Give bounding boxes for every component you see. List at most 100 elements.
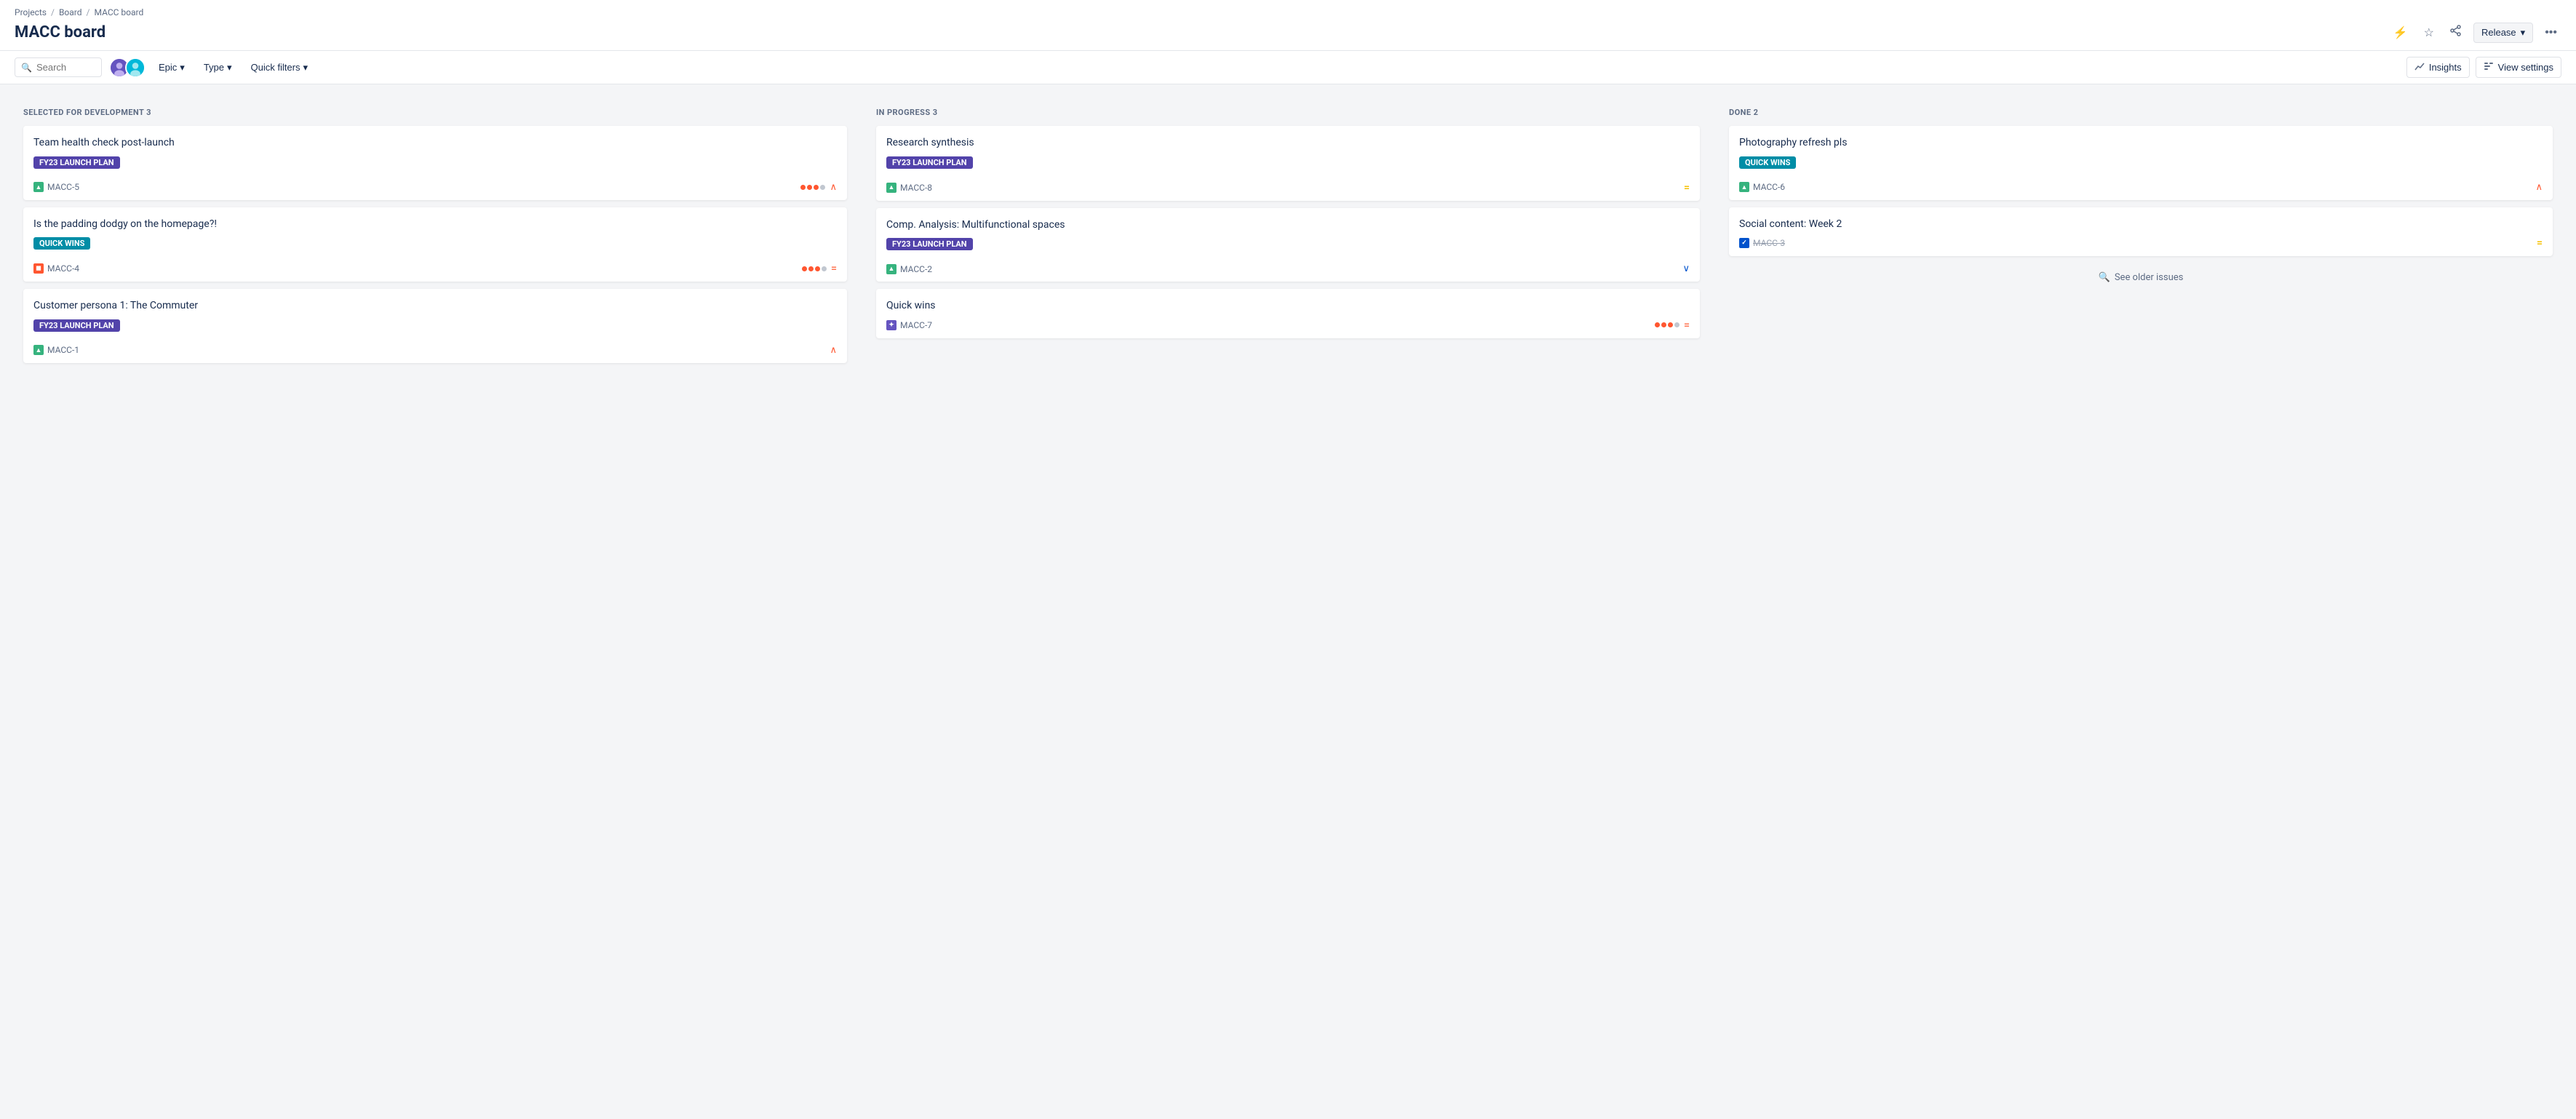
epic-filter-button[interactable]: Epic ▾ bbox=[153, 58, 191, 77]
breadcrumb: Projects / Board / MACC board bbox=[15, 7, 2561, 17]
search-input[interactable] bbox=[36, 62, 95, 73]
see-older-label: See older issues bbox=[2115, 272, 2184, 283]
chevron-up-icon: ∧ bbox=[830, 345, 837, 356]
column-done: DONE 2Photography refresh plsQUICK WINS▲… bbox=[1720, 99, 2561, 300]
card-tag[interactable]: FY23 LAUNCH PLAN bbox=[33, 156, 120, 169]
card-meta: = bbox=[1655, 319, 1690, 331]
card-tag[interactable]: FY23 LAUNCH PLAN bbox=[886, 156, 973, 169]
card-meta: = bbox=[1684, 182, 1690, 194]
story-icon: ▲ bbox=[886, 183, 897, 193]
chevron-down-icon: ▾ bbox=[2521, 27, 2526, 39]
equals-orange-icon: = bbox=[1684, 319, 1690, 331]
card-macc-5[interactable]: Team health check post-launchFY23 LAUNCH… bbox=[23, 126, 847, 200]
type-filter-button[interactable]: Type ▾ bbox=[198, 58, 238, 77]
search-older-icon: 🔍 bbox=[2099, 272, 2110, 283]
card-meta: ∧ bbox=[800, 182, 837, 193]
card-meta: = bbox=[802, 263, 837, 274]
release-label: Release bbox=[2481, 27, 2516, 38]
column-header-in-progress: IN PROGRESS 3 bbox=[876, 108, 1700, 117]
priority-dot bbox=[807, 185, 812, 190]
page-title: MACC board bbox=[15, 23, 106, 41]
card-tag[interactable]: FY23 LAUNCH PLAN bbox=[33, 319, 120, 332]
epic-chevron-icon: ▾ bbox=[180, 62, 185, 73]
column-header-done: DONE 2 bbox=[1729, 108, 2553, 117]
priority-dot bbox=[820, 185, 825, 190]
card-id-text: MACC-4 bbox=[47, 263, 79, 274]
equals-yellow-icon: = bbox=[2537, 237, 2543, 249]
insights-button[interactable]: Insights bbox=[2406, 57, 2470, 78]
card-tag[interactable]: FY23 LAUNCH PLAN bbox=[886, 238, 973, 250]
more-options-button[interactable]: ••• bbox=[2540, 22, 2561, 44]
insights-chart-icon bbox=[2414, 61, 2425, 73]
breadcrumb-current: MACC board bbox=[94, 7, 143, 17]
priority-dots bbox=[800, 185, 825, 190]
view-settings-button[interactable]: View settings bbox=[2476, 57, 2561, 78]
story-icon: ▲ bbox=[1739, 182, 1749, 192]
card-macc-2[interactable]: Comp. Analysis: Multifunctional spaces FY… bbox=[876, 208, 1700, 282]
toolbar-left: 🔍 Epic ▾ Type bbox=[15, 57, 314, 78]
card-macc-4[interactable]: Is the padding dodgy on the homepage?! QU… bbox=[23, 207, 847, 282]
card-meta: ∧ bbox=[830, 345, 837, 356]
story-icon: ◼ bbox=[33, 263, 44, 274]
equals-orange-icon: = bbox=[831, 263, 837, 274]
card-footer: ✓MACC-3 = bbox=[1739, 237, 2543, 249]
card-macc-6[interactable]: Photography refresh plsQUICK WINS▲MACC-6… bbox=[1729, 126, 2553, 200]
column-header-selected-for-dev: SELECTED FOR DEVELOPMENT 3 bbox=[23, 108, 847, 117]
share-icon bbox=[2450, 25, 2462, 40]
type-chevron-icon: ▾ bbox=[227, 62, 232, 73]
card-tag[interactable]: QUICK WINS bbox=[33, 237, 90, 250]
card-title: Customer persona 1: The Commuter bbox=[33, 299, 837, 314]
chevron-up-icon: ∧ bbox=[2535, 182, 2543, 193]
card-meta: = bbox=[2537, 237, 2543, 249]
card-id-text: MACC-6 bbox=[1753, 182, 1785, 192]
card-macc-1[interactable]: Customer persona 1: The Commuter FY23 LAU… bbox=[23, 289, 847, 363]
card-macc-7[interactable]: Quick wins✦MACC-7= bbox=[876, 289, 1700, 338]
search-icon: 🔍 bbox=[21, 63, 32, 73]
share-button[interactable] bbox=[2446, 20, 2466, 44]
card-macc-8[interactable]: Research synthesisFY23 LAUNCH PLAN▲MACC-… bbox=[876, 126, 1700, 201]
card-id: ▲MACC-1 bbox=[33, 345, 79, 355]
priority-dot bbox=[802, 266, 807, 271]
priority-dots bbox=[1655, 322, 1679, 327]
card-id: ✓MACC-3 bbox=[1739, 238, 1785, 248]
breadcrumb-board[interactable]: Board bbox=[59, 7, 82, 17]
card-macc-3[interactable]: Social content: Week 2✓MACC-3= bbox=[1729, 207, 2553, 257]
board-content: SELECTED FOR DEVELOPMENT 3 Team health ch… bbox=[0, 84, 2576, 394]
insights-label: Insights bbox=[2429, 62, 2462, 73]
card-title: Comp. Analysis: Multifunctional spaces bbox=[886, 218, 1690, 233]
priority-dots bbox=[802, 266, 827, 271]
priority-dot bbox=[815, 266, 820, 271]
search-box[interactable]: 🔍 bbox=[15, 57, 102, 77]
card-id-text: MACC-3 bbox=[1753, 238, 1785, 248]
view-settings-icon bbox=[2484, 61, 2494, 73]
card-id: ◼MACC-4 bbox=[33, 263, 79, 274]
card-id-text: MACC-5 bbox=[47, 182, 79, 192]
card-id: ▲MACC-5 bbox=[33, 182, 79, 192]
header-actions: ⚡ ☆ Release ▾ bbox=[2389, 20, 2561, 44]
quick-filters-label: Quick filters bbox=[251, 62, 301, 73]
type-label: Type bbox=[204, 62, 224, 73]
breadcrumb-sep2: / bbox=[87, 7, 90, 17]
more-icon: ••• bbox=[2545, 26, 2557, 39]
lightning-button[interactable]: ⚡ bbox=[2389, 21, 2412, 44]
story-icon: ▲ bbox=[33, 182, 44, 192]
card-id: ▲MACC-2 bbox=[886, 264, 932, 274]
quick-filters-button[interactable]: Quick filters ▾ bbox=[245, 58, 314, 77]
equals-yellow-icon: = bbox=[1684, 182, 1690, 194]
see-older-issues[interactable]: 🔍 See older issues bbox=[1729, 263, 2553, 292]
release-button[interactable]: Release ▾ bbox=[2473, 23, 2533, 43]
lightning-icon: ⚡ bbox=[2393, 25, 2408, 40]
avatar-2[interactable] bbox=[125, 57, 146, 78]
avatar-group bbox=[109, 57, 146, 78]
card-title: Is the padding dodgy on the homepage?! bbox=[33, 218, 837, 232]
story-icon: ▲ bbox=[886, 264, 897, 274]
card-footer: ▲MACC-1 ∧ bbox=[33, 345, 837, 356]
card-footer: ▲MACC-8= bbox=[886, 182, 1690, 194]
card-footer: ✦MACC-7= bbox=[886, 319, 1690, 331]
card-meta: ∧ bbox=[2535, 182, 2543, 193]
card-tag[interactable]: QUICK WINS bbox=[1739, 156, 1796, 169]
breadcrumb-projects[interactable]: Projects bbox=[15, 7, 47, 17]
star-button[interactable]: ☆ bbox=[2420, 21, 2438, 44]
column-selected-for-dev: SELECTED FOR DEVELOPMENT 3 Team health ch… bbox=[15, 99, 856, 379]
priority-dot bbox=[1655, 322, 1660, 327]
